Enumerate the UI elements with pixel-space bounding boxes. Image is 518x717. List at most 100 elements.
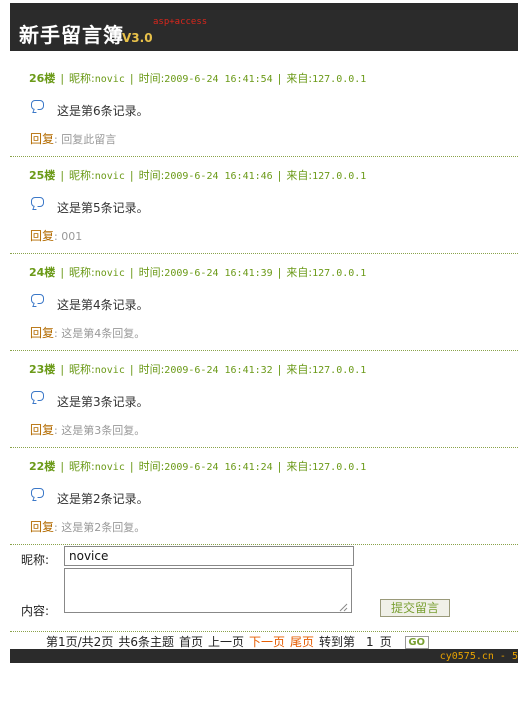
message-meta: 22楼 | 昵称:novic | 时间:2009-6-24 16:41:24 | 来自:12… xyxy=(29,460,367,473)
content-field-label: 内容: xyxy=(21,604,50,618)
go-button[interactable]: GO xyxy=(404,636,429,649)
ip-value: 127.0.0.1 xyxy=(312,462,367,473)
floor-number: 23楼 xyxy=(29,363,56,376)
nick-value: novic xyxy=(94,462,125,473)
ip-value: 127.0.0.1 xyxy=(312,365,367,376)
nick-label: 昵称: xyxy=(69,72,95,85)
reply-text: : 这是第2条回复。 xyxy=(54,521,146,534)
reply-line: 回复: 这是第2条回复。 xyxy=(30,518,145,535)
floor-number: 22楼 xyxy=(29,460,56,473)
reply-line: 回复: 回复此留言 xyxy=(30,130,116,147)
message-content: 这是第4条记录。 xyxy=(31,294,149,313)
pagination: 第1页/共2页 共6条主题 首页 上一页 下一页 尾页 转到第 1 页 GO xyxy=(46,633,434,650)
floor-number: 25楼 xyxy=(29,169,56,182)
message-meta: 26楼 | 昵称:novic | 时间:2009-6-24 16:41:54 | 来自:12… xyxy=(29,72,367,85)
nick-value: novic xyxy=(94,365,125,376)
time-value: 2009-6-24 16:41:39 xyxy=(164,268,273,279)
message-item: 25楼 | 昵称:novic | 时间:2009-6-24 16:41:46 | 来自:12… xyxy=(10,157,518,254)
content-textarea[interactable] xyxy=(64,568,352,613)
message-content: 这是第5条记录。 xyxy=(31,197,149,216)
message-item: 22楼 | 昵称:novic | 时间:2009-6-24 16:41:24 | 来自:12… xyxy=(10,448,518,545)
reply-label[interactable]: 回复 xyxy=(30,229,54,243)
nick-field-label: 昵称: xyxy=(21,553,50,567)
resize-grip-icon[interactable] xyxy=(338,602,348,612)
message-text: 这是第4条记录。 xyxy=(57,298,149,312)
nick-label: 昵称: xyxy=(69,460,95,473)
time-label: 时间: xyxy=(138,266,165,279)
nick-input[interactable] xyxy=(64,546,354,566)
message-item: 24楼 | 昵称:novic | 时间:2009-6-24 16:41:39 | 来自:12… xyxy=(10,254,518,351)
footer-text: cy0575.cn - 5 xyxy=(439,651,518,662)
page-suffix: 页 xyxy=(379,635,392,649)
message-meta: 23楼 | 昵称:novic | 时间:2009-6-24 16:41:32 | 来自:12… xyxy=(29,363,367,376)
time-label: 时间: xyxy=(138,363,165,376)
from-label: 来自: xyxy=(286,72,313,85)
nick-label: 昵称: xyxy=(69,363,95,376)
time-value: 2009-6-24 16:41:32 xyxy=(164,365,273,376)
from-label: 来自: xyxy=(286,460,313,473)
reply-text: : 这是第4条回复。 xyxy=(54,327,146,340)
submit-message-button[interactable]: 提交留言 xyxy=(380,599,450,617)
message-text: 这是第2条记录。 xyxy=(57,492,149,506)
message-form: 昵称: 内容: 提交留言 xyxy=(10,538,518,632)
reply-line: 回复: 001 xyxy=(30,227,82,244)
time-label: 时间: xyxy=(138,72,165,85)
last-page-link[interactable]: 尾页 xyxy=(290,635,314,649)
time-label: 时间: xyxy=(138,169,165,182)
footer-bar: cy0575.cn - 5 xyxy=(10,649,518,663)
message-item: 26楼 | 昵称:novic | 时间:2009-6-24 16:41:54 | 来自:12… xyxy=(10,60,518,157)
nick-value: novic xyxy=(94,74,125,85)
message-text: 这是第6条记录。 xyxy=(57,104,149,118)
message-content: 这是第6条记录。 xyxy=(31,100,149,119)
from-label: 来自: xyxy=(286,363,313,376)
goto-page-value[interactable]: 1 xyxy=(366,635,374,649)
reply-label[interactable]: 回复 xyxy=(30,423,54,437)
time-value: 2009-6-24 16:41:54 xyxy=(164,74,273,85)
reply-text: : 这是第3条回复。 xyxy=(54,424,146,437)
comment-bubble-icon xyxy=(31,100,44,110)
ip-value: 127.0.0.1 xyxy=(312,171,367,182)
total-topics: 共6条主题 xyxy=(118,635,174,649)
reply-line: 回复: 这是第4条回复。 xyxy=(30,324,145,341)
reply-label[interactable]: 回复 xyxy=(30,326,54,340)
from-label: 来自: xyxy=(286,266,313,279)
page-info: 第1页/共2页 xyxy=(46,635,114,649)
reply-text: : 回复此留言 xyxy=(54,133,117,146)
from-label: 来自: xyxy=(286,169,313,182)
logo: 新手留言簿 xyxy=(19,23,124,47)
first-page-link[interactable]: 首页 xyxy=(179,635,203,649)
message-meta: 25楼 | 昵称:novic | 时间:2009-6-24 16:41:46 | 来自:12… xyxy=(29,169,367,182)
comment-bubble-icon xyxy=(31,391,44,401)
nick-label: 昵称: xyxy=(69,266,95,279)
prev-page-link[interactable]: 上一页 xyxy=(208,635,244,649)
comment-bubble-icon xyxy=(31,197,44,207)
reply-label[interactable]: 回复 xyxy=(30,132,54,146)
nick-value: novic xyxy=(94,268,125,279)
reply-text: : 001 xyxy=(54,230,83,243)
message-list: 26楼 | 昵称:novic | 时间:2009-6-24 16:41:54 | 来自:12… xyxy=(10,60,518,545)
nick-label: 昵称: xyxy=(69,169,95,182)
floor-number: 26楼 xyxy=(29,72,56,85)
ip-value: 127.0.0.1 xyxy=(312,74,367,85)
message-content: 这是第2条记录。 xyxy=(31,488,149,507)
message-meta: 24楼 | 昵称:novic | 时间:2009-6-24 16:41:39 | 来自:12… xyxy=(29,266,367,279)
next-page-link[interactable]: 下一页 xyxy=(249,635,285,649)
message-content: 这是第3条记录。 xyxy=(31,391,149,410)
comment-bubble-icon xyxy=(31,294,44,304)
goto-label: 转到第 xyxy=(319,635,356,649)
reply-label[interactable]: 回复 xyxy=(30,520,54,534)
time-label: 时间: xyxy=(138,460,165,473)
tagline: asp+access xyxy=(153,17,208,27)
ip-value: 127.0.0.1 xyxy=(312,268,367,279)
floor-number: 24楼 xyxy=(29,266,56,279)
message-text: 这是第3条记录。 xyxy=(57,395,149,409)
time-value: 2009-6-24 16:41:46 xyxy=(164,171,273,182)
time-value: 2009-6-24 16:41:24 xyxy=(164,462,273,473)
message-item: 23楼 | 昵称:novic | 时间:2009-6-24 16:41:32 | 来自:12… xyxy=(10,351,518,448)
version-label: V3.0 xyxy=(122,31,153,45)
reply-line: 回复: 这是第3条回复。 xyxy=(30,421,145,438)
message-text: 这是第5条记录。 xyxy=(57,201,149,215)
header-bar: 新手留言簿 V3.0 asp+access xyxy=(10,3,518,51)
comment-bubble-icon xyxy=(31,488,44,498)
nick-value: novic xyxy=(94,171,125,182)
